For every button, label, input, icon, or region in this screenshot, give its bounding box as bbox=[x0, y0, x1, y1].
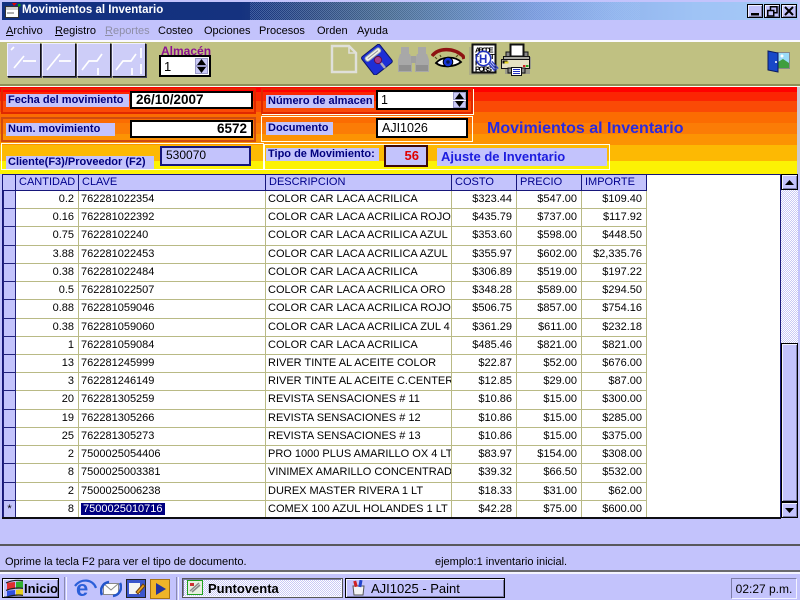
svg-text:H: H bbox=[479, 54, 487, 66]
